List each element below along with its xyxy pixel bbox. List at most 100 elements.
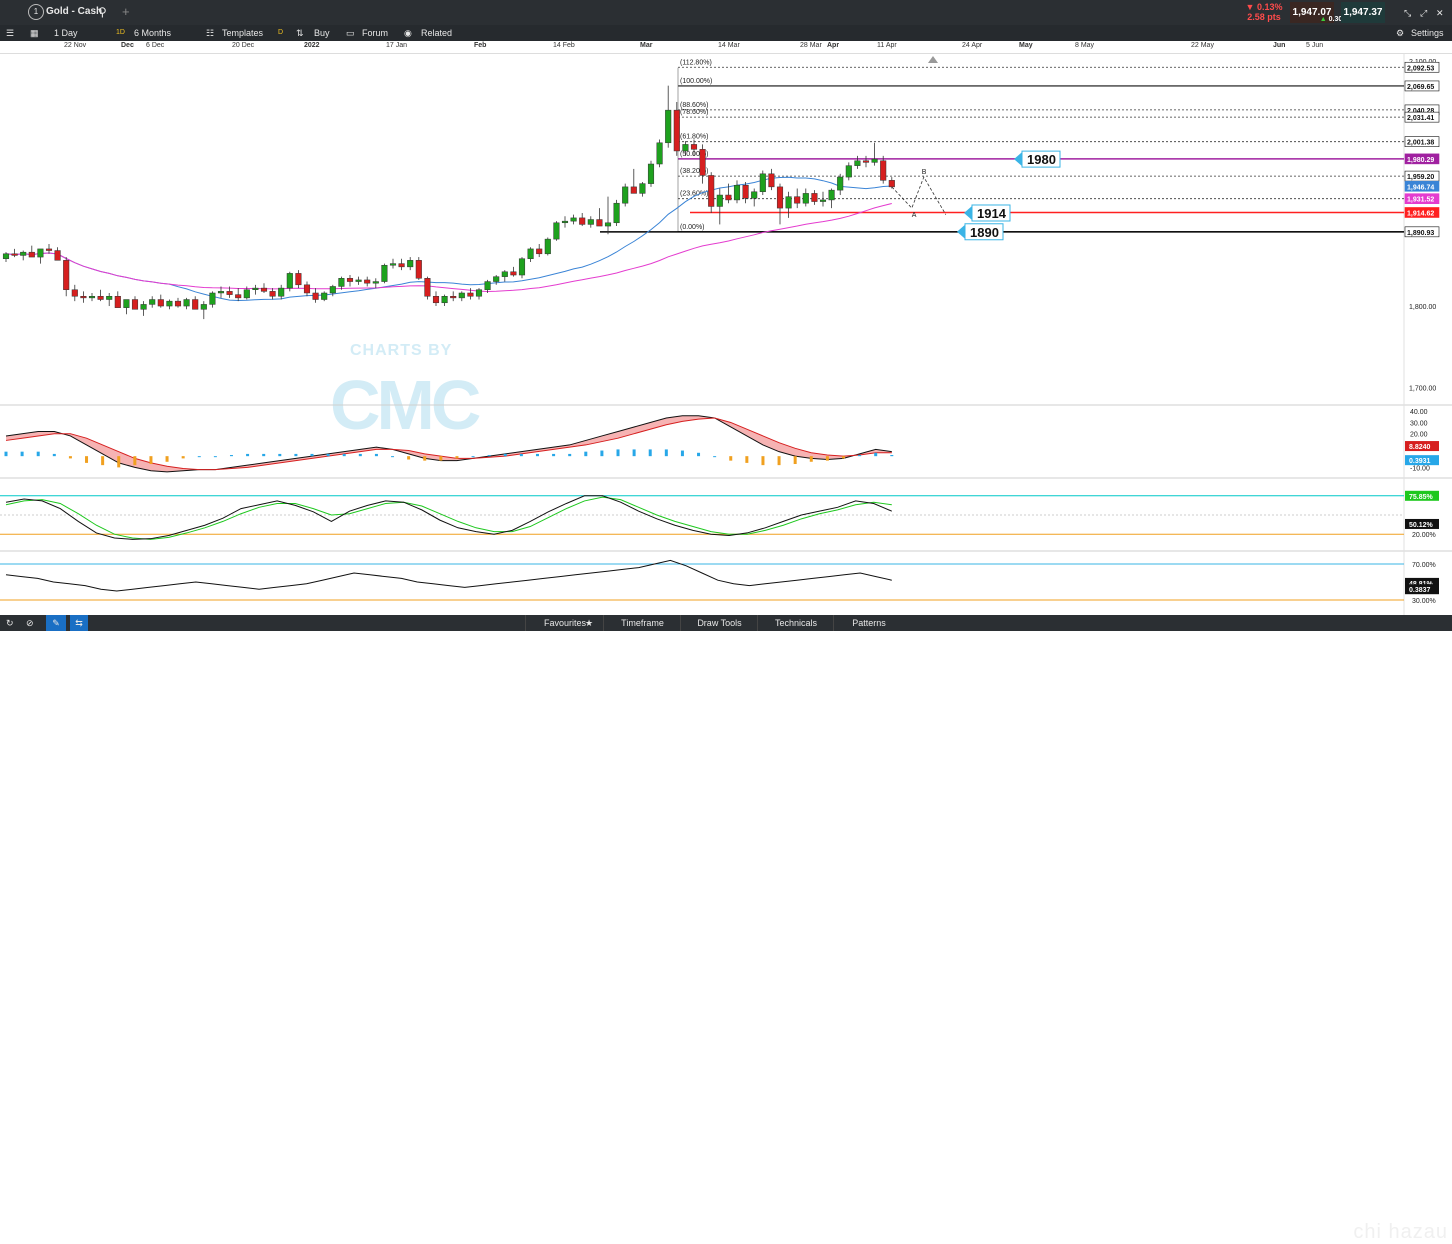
period-marker-icon [928, 56, 938, 63]
related-icon[interactable]: ◉ [404, 25, 412, 41]
minimize-icon[interactable]: ⤡ [1404, 5, 1411, 21]
bottom-menu-item[interactable]: Draw Tools [680, 615, 758, 631]
candlestick [192, 296, 199, 310]
candle-body [776, 186, 784, 209]
change-points: 2.58 pts [1247, 12, 1281, 22]
moving-average-fast-line [5, 176, 892, 302]
stochastic-value-tag-text: 50.12% [1409, 522, 1434, 529]
candle-body [536, 248, 543, 255]
macd-histogram-bar [342, 453, 346, 457]
menu-icon[interactable]: ☰ [6, 25, 14, 41]
macd-histogram-bar [246, 453, 250, 457]
stochastic-d-line [5, 496, 892, 540]
candlestick [37, 248, 44, 264]
fibonacci-label: (100.00%) [680, 78, 712, 85]
candlestick [123, 299, 130, 315]
spread-up-icon: ▲ [1319, 16, 1329, 23]
add-tab-icon[interactable]: + [122, 4, 130, 20]
settings-icon[interactable]: ⚙ [1396, 25, 1404, 41]
forum-button[interactable]: Forum [362, 25, 388, 41]
candle-body [209, 292, 216, 305]
chart-canvas[interactable]: 1,700.001,800.002,100.00(112.80%)(100.00… [0, 53, 1452, 615]
bottom-menu-item[interactable]: Timeframe [603, 615, 681, 631]
candle-body [157, 299, 164, 307]
draw-pen-icon[interactable]: ✎ [46, 615, 66, 631]
magnet-icon[interactable]: ⇆ [70, 615, 88, 631]
macd-histogram-bar [729, 456, 733, 461]
layout-icon[interactable]: ▦ [30, 25, 39, 41]
expand-icon[interactable]: ⤢ [1420, 5, 1427, 21]
range-selector[interactable]: 6 Months [134, 25, 171, 41]
settings-button[interactable]: Settings [1411, 25, 1444, 41]
cancel-icon[interactable]: ⊘ [26, 615, 34, 631]
buy-price-box[interactable]: 1,947.37 [1341, 2, 1385, 23]
candle-body [510, 271, 517, 276]
candle-body [794, 196, 801, 204]
related-button[interactable]: Related [421, 25, 452, 41]
interval-selector[interactable]: 1 Day [54, 25, 78, 41]
candle-body [235, 294, 242, 299]
candlestick [837, 173, 844, 196]
date-tick-label: 14 Feb [553, 42, 575, 49]
bottom-menu-item[interactable]: Technicals [757, 615, 834, 631]
candle-body [561, 220, 569, 224]
macd-histogram-bar [745, 456, 749, 463]
price-tag-text: 1,959.20 [1407, 174, 1434, 181]
forum-icon[interactable]: ▭ [346, 25, 355, 41]
candle-body [28, 251, 35, 258]
buy-icon[interactable]: ⇅ [296, 25, 304, 41]
interval-badge: 1D [116, 29, 125, 36]
macd-axis-tick: 20.00 [1410, 432, 1428, 439]
date-tick-label: 2022 [304, 42, 320, 49]
price-tag: 1,890.93 [1404, 226, 1440, 238]
candlestick [785, 191, 792, 218]
stochastic-value-tag: 50.12% [1405, 518, 1439, 529]
favourites-star-icon[interactable]: ★ [585, 615, 593, 631]
price-tag: 1,946.74 [1404, 180, 1440, 192]
price-annotation: 1980 [1014, 150, 1061, 168]
candlestick [845, 162, 852, 181]
annotation-text: 1890 [970, 225, 999, 240]
candlestick [854, 155, 861, 169]
bottom-menu-item[interactable]: Patterns [833, 615, 904, 631]
info-icon[interactable]: 1 [28, 4, 44, 20]
candlestick [2, 252, 10, 262]
macd-histogram-bar [616, 449, 620, 457]
instrument-name[interactable]: Gold - Cash [46, 4, 102, 20]
candlestick [553, 221, 560, 241]
templates-icon[interactable]: ☷ [206, 25, 214, 41]
buy-button[interactable]: Buy [314, 25, 330, 41]
candlestick [131, 296, 139, 310]
close-icon[interactable]: ✕ [1436, 5, 1444, 21]
rsi-line [5, 559, 892, 592]
candle-body [742, 184, 749, 199]
candlestick [346, 275, 354, 287]
candlestick [802, 188, 809, 207]
candle-body [785, 196, 792, 209]
macd-histogram-bar [439, 456, 443, 461]
macd-histogram-bar [149, 456, 153, 465]
macd-histogram-bar [133, 456, 137, 466]
candle-body [432, 296, 440, 304]
macd-value-tag-text: 0.3931 [1409, 458, 1431, 465]
candle-body [303, 284, 311, 294]
macd-histogram-bar [568, 453, 572, 457]
date-tick-label: 22 May [1191, 42, 1214, 49]
candle-body [630, 186, 637, 194]
macd-histogram-bar [455, 456, 459, 459]
candlestick [303, 281, 311, 297]
candlestick [415, 257, 422, 280]
macd-histogram-bar [503, 453, 507, 457]
macd-histogram-bar [278, 453, 282, 457]
search-icon[interactable]: ⚲ [98, 4, 107, 20]
candle-body [415, 260, 422, 279]
candle-body [295, 273, 302, 286]
candlestick [596, 208, 603, 227]
refresh-icon[interactable]: ↻ [6, 615, 14, 631]
candlestick [613, 199, 620, 227]
candle-body [54, 250, 61, 261]
candlestick [828, 188, 835, 209]
templates-button[interactable]: Templates [222, 25, 263, 41]
candlestick [54, 247, 61, 261]
rsi-axis-tick: 70.00% [1412, 562, 1436, 569]
